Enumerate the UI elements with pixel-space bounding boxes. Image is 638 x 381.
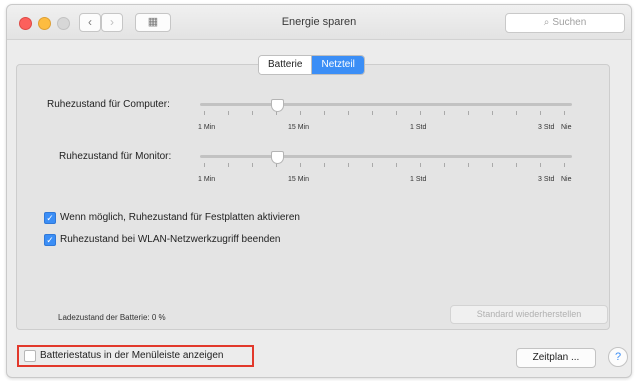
- help-button[interactable]: ?: [608, 347, 628, 367]
- computer-sleep-label: Ruhezustand für Computer:: [47, 99, 170, 110]
- monitor-scale-nie: Nie: [561, 176, 572, 183]
- computer-scale-nie: Nie: [561, 124, 572, 131]
- restore-defaults-button[interactable]: Standard wiederherstellen: [450, 305, 608, 324]
- monitor-scale-1std: 1 Std: [410, 176, 427, 183]
- power-source-tabs: Batterie Netzteil: [258, 55, 365, 75]
- computer-scale-15min: 15 Min: [288, 124, 310, 131]
- search-field[interactable]: ⌕ Suchen: [505, 13, 625, 33]
- title-bar: ‹ › ▦ Energie sparen ⌕ Suchen: [7, 5, 631, 40]
- wake-network-label: Ruhezustand bei WLAN-Netzwerkzugriff bee…: [60, 234, 281, 245]
- computer-sleep-slider-thumb[interactable]: [271, 99, 284, 112]
- disk-sleep-label: Wenn möglich, Ruhezustand für Festplatte…: [60, 212, 300, 223]
- monitor-sleep-slider-track[interactable]: [200, 155, 572, 158]
- checkmark-icon: ✓: [46, 235, 54, 245]
- computer-scale-1min: 1 Min: [198, 124, 216, 131]
- monitor-scale-3std: 3 Std: [538, 176, 555, 183]
- computer-scale-3std: 3 Std: [538, 124, 555, 131]
- battery-status-text: Ladezustand der Batterie: 0 %: [58, 313, 166, 322]
- search-placeholder: Suchen: [552, 17, 587, 28]
- monitor-scale-15min: 15 Min: [288, 176, 310, 183]
- help-icon: ?: [614, 351, 622, 363]
- tab-batterie[interactable]: Batterie: [259, 56, 313, 74]
- checkmark-icon: ✓: [46, 213, 54, 223]
- computer-scale-1std: 1 Std: [410, 124, 427, 131]
- disk-sleep-checkbox[interactable]: ✓: [44, 212, 56, 224]
- monitor-scale-1min: 1 Min: [198, 176, 216, 183]
- computer-sleep-ticks: [200, 111, 572, 115]
- menu-bar-battery-label: Batteriestatus in der Menüleiste anzeige…: [40, 350, 224, 361]
- tab-netzteil[interactable]: Netzteil: [312, 56, 364, 74]
- monitor-sleep-slider-thumb[interactable]: [271, 151, 284, 164]
- menu-bar-battery-checkbox[interactable]: [24, 350, 36, 362]
- computer-sleep-slider-track[interactable]: [200, 103, 572, 106]
- schedule-button[interactable]: Zeitplan ...: [516, 348, 596, 368]
- wake-network-checkbox[interactable]: ✓: [44, 234, 56, 246]
- monitor-sleep-ticks: [200, 163, 572, 167]
- search-icon: ⌕: [543, 17, 550, 28]
- monitor-sleep-label: Ruhezustand für Monitor:: [59, 151, 172, 162]
